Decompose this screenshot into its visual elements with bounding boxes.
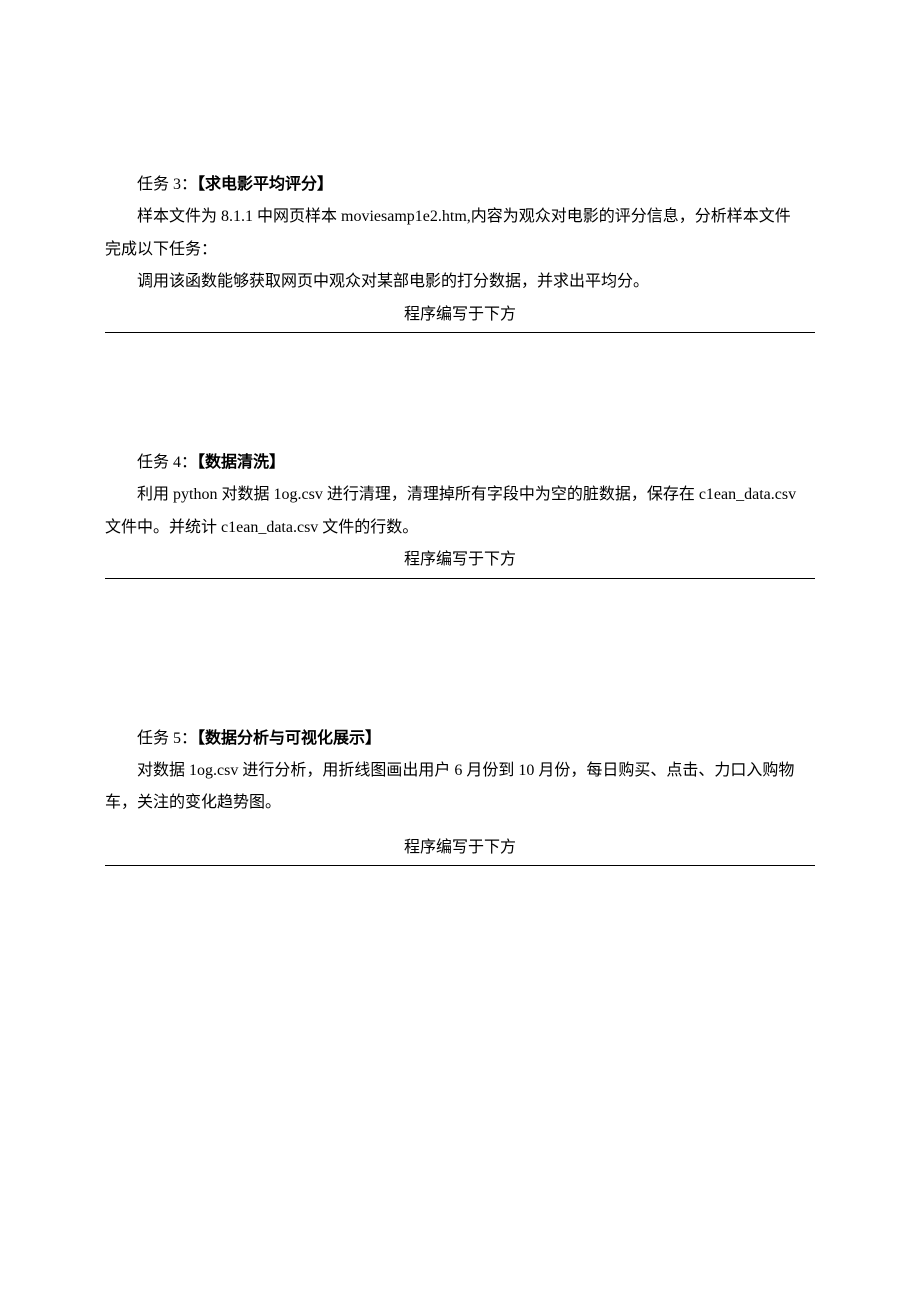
task-5-desc-1-latin: 1og.csv bbox=[189, 762, 238, 779]
task-4-desc-1b: 对数据 bbox=[217, 486, 273, 503]
task-5-desc-2: 车，关注的变化趋势图。 bbox=[105, 788, 815, 818]
task-4-desc-2a: 文件中。并统计 bbox=[105, 519, 221, 536]
task-4-desc-1c: 进行清理，清理掉所有字段中为空的脏数据，保存在 bbox=[323, 486, 699, 503]
task-5-code-label: 程序编写于下方 bbox=[105, 833, 815, 866]
task-4-title: 任务 4：【数据清洗】 bbox=[105, 448, 815, 478]
task-4-prefix: 任务 4： bbox=[137, 454, 197, 471]
task-3-prefix: 任务 3： bbox=[137, 176, 197, 193]
task-3-bracket: 【求电影平均评分】 bbox=[197, 176, 333, 193]
task-3-desc-1a: 样本文件为 8.1.1 中网页样本 bbox=[137, 208, 341, 225]
task-3-desc-1b: 内容为观众对电影的评分信息，分析样本文件 bbox=[471, 208, 791, 225]
task-5-block: 任务 5：【数据分析与可视化展示】 对数据 1og.csv 进行分析，用折线图画… bbox=[105, 724, 815, 867]
task-3-desc-3: 调用该函数能够获取网页中观众对某部电影的打分数据，并求出平均分。 bbox=[105, 267, 815, 297]
task-3-code-label: 程序编写于下方 bbox=[105, 300, 815, 333]
task-4-desc-2: 文件中。并统计 c1ean_data.csv 文件的行数。 bbox=[105, 513, 815, 543]
task-5-desc-1: 对数据 1og.csv 进行分析，用折线图画出用户 6 月份到 10 月份，每日… bbox=[105, 756, 815, 786]
task-4-block: 任务 4：【数据清洗】 利用 python 对数据 1og.csv 进行清理，清… bbox=[105, 448, 815, 579]
task-5-desc-1a: 对数据 bbox=[137, 762, 189, 779]
task-4-desc-2b: 文件的行数。 bbox=[318, 519, 418, 536]
task-5-desc-1b: 进行分析，用折线图画出用户 6 月份到 10 月份，每日购买、点击、力口入购物 bbox=[238, 762, 794, 779]
task-3-title: 任务 3：【求电影平均评分】 bbox=[105, 170, 815, 200]
task-5-title: 任务 5：【数据分析与可视化展示】 bbox=[105, 724, 815, 754]
task-4-desc-1-latin1: python bbox=[173, 486, 217, 503]
task-4-bracket: 【数据清洗】 bbox=[197, 454, 285, 471]
task-4-desc-2-latin: c1ean_data.csv bbox=[221, 519, 318, 536]
task-3-block: 任务 3：【求电影平均评分】 样本文件为 8.1.1 中网页样本 moviesa… bbox=[105, 170, 815, 333]
task-5-prefix: 任务 5： bbox=[137, 730, 197, 747]
task-3-desc-2: 完成以下任务： bbox=[105, 235, 815, 265]
task-4-desc-1a: 利用 bbox=[137, 486, 173, 503]
task-4-desc-1-latin3: c1ean_data.csv bbox=[699, 486, 796, 503]
task-3-desc-1: 样本文件为 8.1.1 中网页样本 moviesamp1e2.htm,内容为观众… bbox=[105, 202, 815, 232]
task-4-code-label: 程序编写于下方 bbox=[105, 545, 815, 578]
task-3-desc-1-latin: moviesamp1e2.htm, bbox=[341, 208, 471, 225]
task-4-desc-1-latin2: 1og.csv bbox=[273, 486, 322, 503]
task-5-bracket: 【数据分析与可视化展示】 bbox=[197, 730, 381, 747]
task-4-desc-1: 利用 python 对数据 1og.csv 进行清理，清理掉所有字段中为空的脏数… bbox=[105, 480, 815, 510]
